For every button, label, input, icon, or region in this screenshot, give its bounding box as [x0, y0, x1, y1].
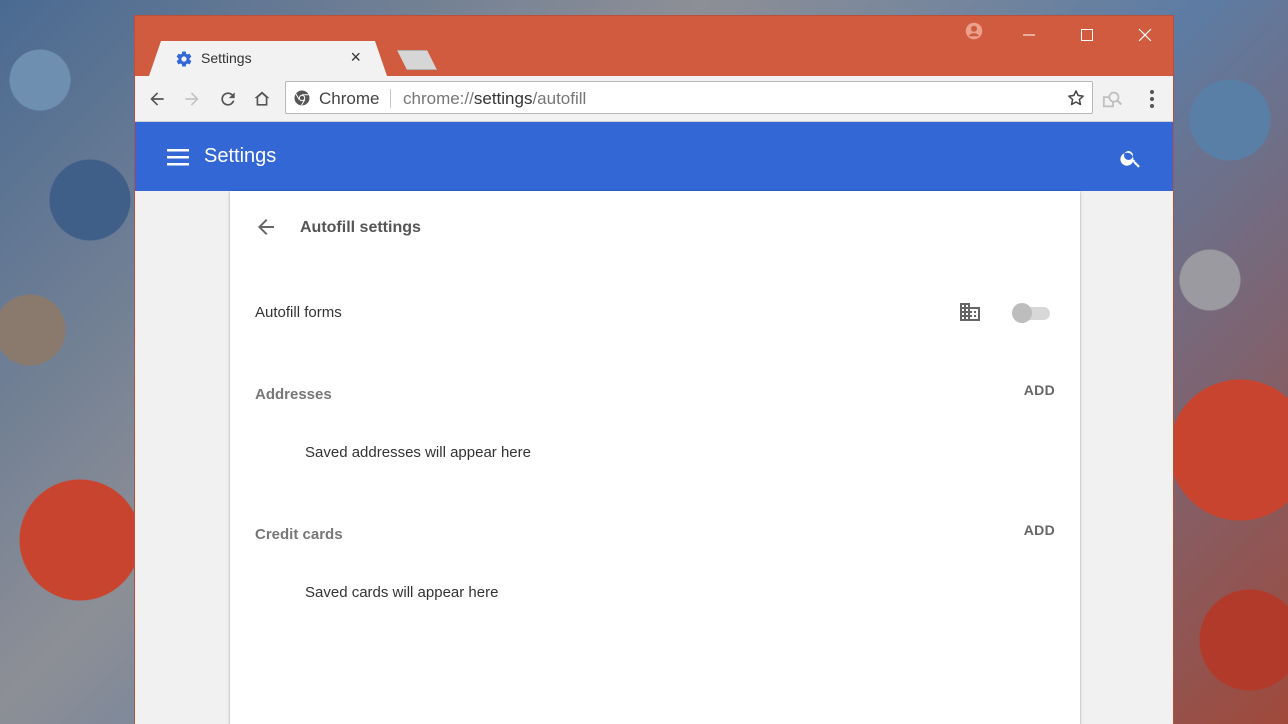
home-icon	[254, 91, 270, 106]
back-button[interactable]	[145, 87, 169, 111]
maximize-button[interactable]	[1059, 16, 1115, 54]
forward-button[interactable]	[180, 87, 204, 111]
browser-window: Settings × Chrome chrome://settings/auto…	[134, 15, 1174, 724]
credit-cards-section-label: Credit cards	[255, 526, 343, 543]
autofill-settings-card: Autofill settings Autofill forms Address…	[230, 191, 1080, 724]
bookmark-star-icon[interactable]	[1066, 88, 1086, 108]
autofill-forms-label: Autofill forms	[255, 304, 342, 321]
home-button[interactable]	[250, 87, 274, 111]
chrome-logo-icon	[294, 90, 310, 106]
autofill-forms-toggle[interactable]	[1012, 303, 1052, 323]
extension-button[interactable]	[1101, 87, 1125, 111]
hamburger-menu-icon[interactable]	[167, 147, 189, 167]
close-icon	[1138, 28, 1152, 42]
tab-title: Settings	[201, 50, 252, 66]
url-host: settings	[473, 89, 533, 108]
security-chip: Chrome	[319, 89, 380, 108]
tab-close-button[interactable]: ×	[350, 47, 361, 68]
maximize-icon	[1081, 29, 1093, 41]
search-lens-extension-icon	[1102, 91, 1123, 108]
search-icon[interactable]	[1119, 146, 1143, 170]
enterprise-managed-icon	[960, 303, 980, 321]
profile-icon[interactable]	[965, 22, 983, 40]
gear-icon	[176, 51, 192, 67]
toggle-knob	[1012, 303, 1032, 323]
addresses-empty-text: Saved addresses will appear here	[305, 444, 531, 461]
minimize-button[interactable]	[1001, 16, 1057, 54]
reload-button[interactable]	[216, 87, 240, 111]
add-credit-card-button[interactable]: ADD	[1024, 522, 1055, 538]
address-bar[interactable]: Chrome chrome://settings/autofill	[285, 81, 1093, 114]
addresses-section-label: Addresses	[255, 386, 332, 403]
close-window-button[interactable]	[1117, 16, 1173, 54]
header-title: Settings	[204, 145, 277, 167]
back-arrow-icon[interactable]	[254, 215, 278, 239]
omnibox-divider	[390, 89, 391, 108]
page-title: Autofill settings	[300, 219, 421, 236]
settings-header: Settings	[135, 122, 1173, 191]
reload-icon	[221, 92, 235, 106]
menu-button[interactable]	[1140, 87, 1164, 111]
add-address-button[interactable]: ADD	[1024, 382, 1055, 398]
url-path: /autofill	[532, 89, 587, 108]
credit-cards-empty-text: Saved cards will appear here	[305, 584, 499, 601]
more-vert-icon	[1150, 90, 1154, 108]
minimize-icon	[1023, 34, 1035, 36]
url-scheme: chrome://	[403, 89, 474, 108]
tab-settings[interactable]: Settings ×	[149, 41, 387, 76]
url-text[interactable]: chrome://settings/autofill	[403, 89, 586, 109]
new-tab-button[interactable]	[397, 50, 437, 70]
arrow-left-icon	[150, 92, 164, 106]
arrow-right-icon	[185, 92, 199, 106]
toolbar: Chrome chrome://settings/autofill	[135, 76, 1173, 122]
